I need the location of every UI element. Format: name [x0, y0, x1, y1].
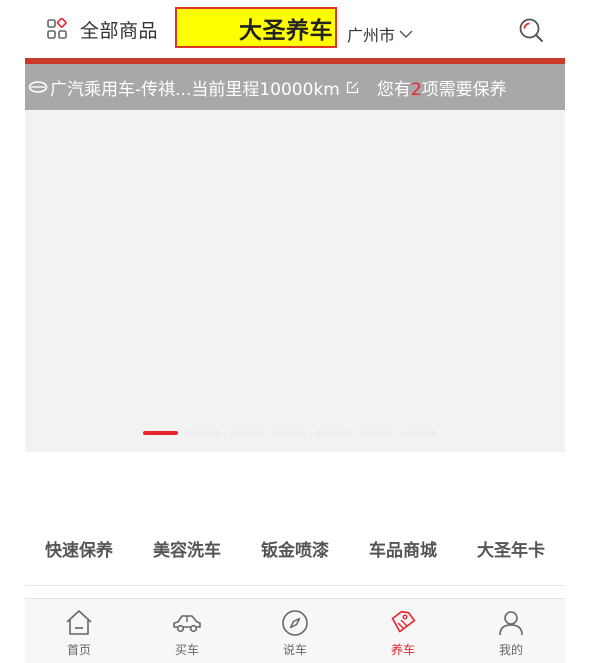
tab-label: 首页: [66, 643, 91, 657]
city-selector[interactable]: 广州市: [347, 22, 413, 46]
all-products-label: 全部商品: [80, 19, 159, 42]
tab-label: 我的: [498, 643, 523, 657]
all-products-button[interactable]: 全部商品: [46, 14, 158, 44]
service-quick-menu: 快速保养 美容洗车 钣金喷漆 车品商城 大圣年卡: [25, 528, 565, 574]
tab-profile[interactable]: 我的: [457, 599, 565, 663]
tab-label: 说车: [282, 643, 307, 657]
car-mileage: 当前里程10000km: [191, 79, 340, 100]
brand-name: 大圣养车: [239, 17, 333, 44]
maintenance-suffix: 项需要保养: [421, 79, 507, 100]
carousel-dot[interactable]: [186, 431, 221, 435]
maintenance-notice[interactable]: 您有2项需要保养: [377, 75, 507, 100]
car-model-name: 广汽乘用车-传祺...: [50, 79, 192, 100]
tab-car-talk[interactable]: 说车: [241, 599, 349, 663]
car-brand-logo-icon: [28, 81, 48, 93]
tab-car-care[interactable]: 养车: [349, 599, 457, 663]
city-label: 广州市: [347, 26, 396, 45]
quick-item-fast-maintenance[interactable]: 快速保养: [25, 528, 133, 574]
search-button[interactable]: [517, 16, 545, 44]
bottom-tab-bar: 首页 买车 说车 养车 我的: [25, 598, 565, 663]
brand-logo: 大圣养车: [175, 7, 337, 48]
home-icon: [66, 610, 92, 635]
tag-icon: [391, 610, 416, 633]
maintenance-prefix: 您有: [376, 79, 411, 100]
edit-icon[interactable]: [346, 81, 359, 94]
carousel-dot[interactable]: [401, 431, 436, 435]
carousel-dot[interactable]: [143, 431, 178, 435]
tab-label: 养车: [390, 643, 415, 657]
my-car-bar[interactable]: 广汽乘用车-传祺... 当前里程10000km 您有2项需要保养: [25, 64, 565, 110]
top-header: 全部商品 大圣养车 广州市: [0, 0, 590, 58]
chevron-down-icon: [399, 30, 413, 38]
tab-buy-car[interactable]: 买车: [133, 599, 241, 663]
divider: [25, 585, 565, 586]
tab-label: 买车: [174, 643, 199, 657]
quick-item-car-mall[interactable]: 车品商城: [349, 528, 457, 574]
category-grid-icon: [47, 18, 67, 39]
banner-carousel[interactable]: 广汽乘用车-传祺... 当前里程10000km 您有2项需要保养: [25, 58, 565, 452]
carousel-indicators: [143, 431, 444, 435]
quick-item-paint-repair[interactable]: 钣金喷漆: [241, 528, 349, 574]
compass-icon: [282, 610, 308, 636]
carousel-dot[interactable]: [358, 431, 393, 435]
quick-item-car-wash[interactable]: 美容洗车: [133, 528, 241, 574]
carousel-dot[interactable]: [229, 431, 264, 435]
car-icon: [173, 615, 201, 633]
quick-item-annual-card[interactable]: 大圣年卡: [457, 528, 565, 574]
search-icon: [519, 18, 543, 42]
maintenance-count: 2: [410, 79, 422, 100]
carousel-dot[interactable]: [272, 431, 307, 435]
user-icon: [499, 611, 523, 636]
carousel-dot[interactable]: [315, 431, 350, 435]
tab-home[interactable]: 首页: [25, 599, 133, 663]
